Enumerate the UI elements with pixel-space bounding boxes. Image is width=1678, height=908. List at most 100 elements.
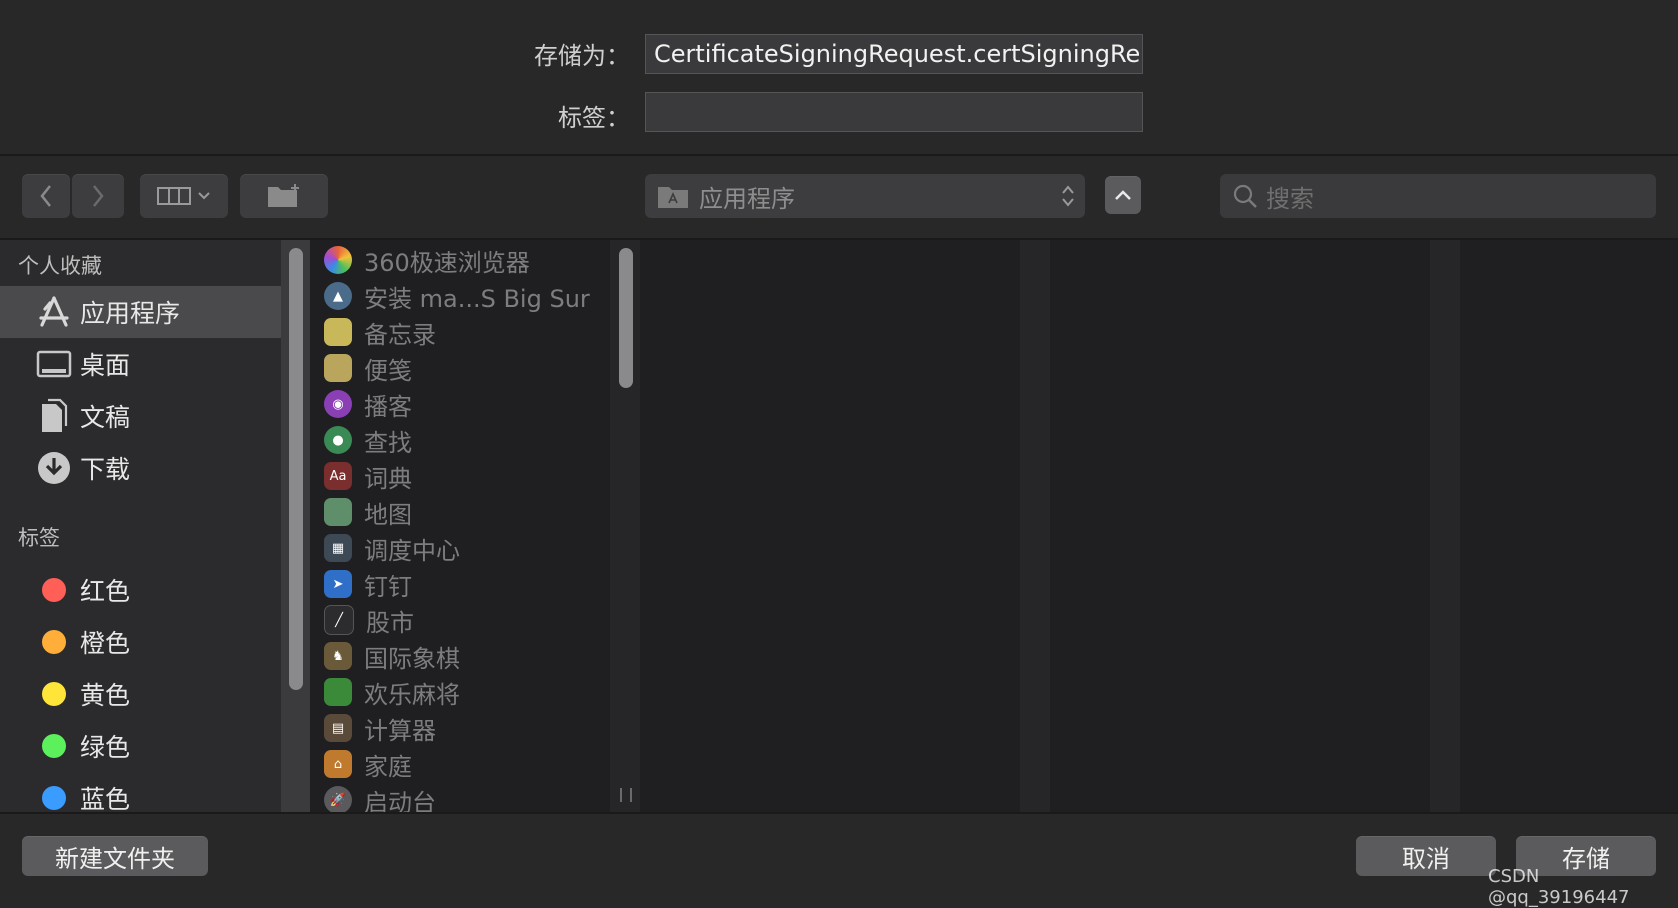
tag-dot-icon [42,786,66,810]
file-name: 查找 [364,428,412,457]
sidebar-item-label: 应用程序 [80,299,181,328]
updown-arrows-icon [1062,185,1074,207]
dictionary-icon: Aa [324,462,352,490]
sidebar-tag-orange[interactable]: 橙色 [0,616,281,668]
sidebar-tag-red[interactable]: 红色 [0,564,281,616]
home-icon: ⌂ [324,750,352,778]
tag-dot-icon [42,682,66,706]
downloads-icon [36,450,72,486]
sidebar-item-applications[interactable]: 应用程序 [0,286,281,338]
view-mode-button[interactable] [140,174,228,218]
search-icon [1233,184,1257,208]
launchpad-icon: 🚀 [324,786,352,813]
sidebar-scroll-thumb[interactable] [289,248,303,690]
sidebar-tag-green[interactable]: 绿色 [0,720,281,772]
forward-button[interactable] [72,174,124,218]
list-item[interactable]: ▤ 计算器 [310,710,610,746]
list-item[interactable]: 360极速浏览器 [310,242,610,278]
expand-collapse-button[interactable] [1105,176,1141,214]
list-item[interactable]: Aa 词典 [310,458,610,494]
sidebar-item-label: 红色 [80,577,131,606]
sidebar-item-label: 蓝色 [80,785,131,813]
chevron-left-icon [40,185,51,207]
file-name: 便笺 [364,356,412,385]
list-item[interactable]: 便笺 [310,350,610,386]
tag-dot-icon [42,630,66,654]
chevron-right-icon [93,185,104,207]
list-item[interactable]: ▲ 安装 ma...S Big Sur [310,278,610,314]
sidebar-item-desktop[interactable]: 桌面 [0,338,281,390]
list-item[interactable]: 🚀 启动台 [310,782,610,813]
dingtalk-icon: ➤ [324,570,352,598]
sidebar-item-downloads[interactable]: 下载 [0,442,281,494]
list-item[interactable]: ╱ 股市 [310,602,610,638]
list-item[interactable]: ◉ 播客 [310,386,610,422]
tags-field[interactable] [645,92,1143,132]
cancel-button[interactable]: 取消 [1356,836,1496,876]
mahjong-icon [324,678,352,706]
search-field[interactable]: 搜索 [1220,174,1656,218]
podcasts-icon: ◉ [324,390,352,418]
sidebar-item-label: 文稿 [80,403,131,432]
file-name: 钉钉 [364,572,412,601]
new-folder-button[interactable]: 新建文件夹 [22,836,208,876]
sidebar-scrollbar[interactable] [281,240,310,813]
list-item[interactable]: ♞ 国际象棋 [310,638,610,674]
sidebar-tag-yellow[interactable]: 黄色 [0,668,281,720]
list-item[interactable]: ⌂ 家庭 [310,746,610,782]
notes-icon [324,318,352,346]
stickies-icon [324,354,352,382]
file-column: 360极速浏览器 ▲ 安装 ma...S Big Sur 备忘录 便笺 ◉ 播客 ●… [310,240,610,813]
applications-icon [36,294,72,330]
save-as-field[interactable]: CertificateSigningRequest.certSigningRe [645,34,1143,74]
file-name: 播客 [364,392,412,421]
sidebar-tag-blue[interactable]: 蓝色 [0,772,281,813]
file-name: 备忘录 [364,320,436,349]
file-column-scrollbar[interactable] [610,240,640,813]
installer-icon: ▲ [324,282,352,310]
mission-control-icon: ▦ [324,534,352,562]
column-resize-handle-icon[interactable] [620,788,632,802]
file-scroll-thumb[interactable] [619,248,633,388]
file-name: 启动台 [364,788,436,814]
sidebar-item-label: 下载 [80,455,131,484]
list-item[interactable]: 欢乐麻将 [310,674,610,710]
file-name: 地图 [364,500,412,529]
file-name: 调度中心 [364,536,460,565]
location-popup[interactable]: 应用程序 [645,174,1085,218]
chevron-up-icon [1115,190,1131,200]
file-name: 家庭 [364,752,412,781]
list-item[interactable]: ▦ 调度中心 [310,530,610,566]
file-name: 国际象棋 [364,644,460,673]
sidebar: 个人收藏 应用程序 桌面 文稿 下载 标签 红色 橙色 黄色 绿色 蓝色 [0,240,281,813]
columns-view-icon [157,187,191,205]
empty-column [1050,240,1430,813]
new-folder-toolbar-button[interactable] [240,174,328,218]
applications-folder-icon [658,187,688,208]
list-item[interactable]: 备忘录 [310,314,610,350]
tags-header: 标签 [18,526,60,550]
tag-dot-icon [42,734,66,758]
empty-column [1460,240,1678,813]
list-item[interactable]: ➤ 钉钉 [310,566,610,602]
bottom-divider [0,812,1678,814]
sidebar-item-label: 绿色 [80,733,131,762]
file-name: 股市 [366,608,414,637]
column-divider[interactable] [1430,240,1460,813]
documents-icon [36,398,72,434]
list-item[interactable]: 地图 [310,494,610,530]
tag-dot-icon [42,578,66,602]
file-name: 360极速浏览器 [364,248,530,277]
back-button[interactable] [22,174,70,218]
browser-icon [324,246,352,274]
folder-add-icon [268,184,299,207]
desktop-icon [36,346,72,382]
file-name: 词典 [364,464,412,493]
list-item[interactable]: ● 查找 [310,422,610,458]
empty-column [640,240,1020,813]
sidebar-item-documents[interactable]: 文稿 [0,390,281,442]
column-divider[interactable] [1020,240,1050,813]
chevron-down-icon [198,192,210,200]
favorites-header: 个人收藏 [18,254,102,278]
sidebar-item-label: 桌面 [80,351,131,380]
